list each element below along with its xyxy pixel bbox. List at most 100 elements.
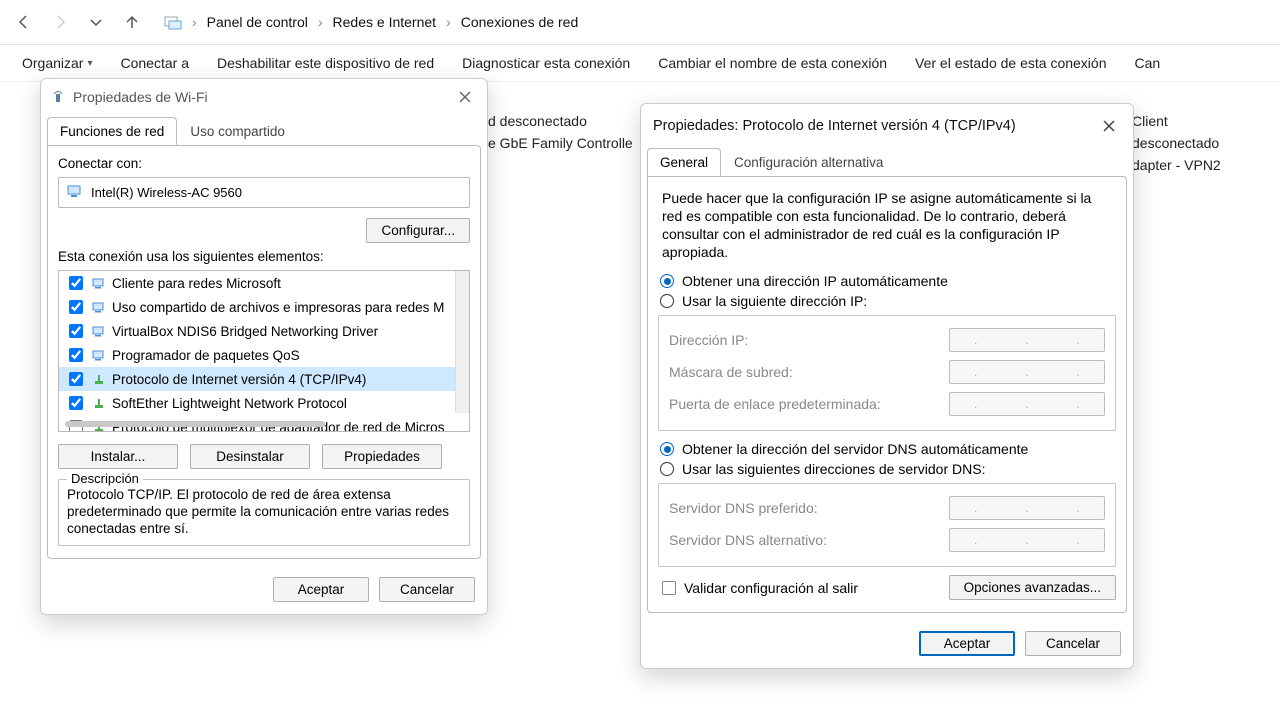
network-elements-list[interactable]: Cliente para redes Microsoft Uso comparti… — [58, 270, 470, 432]
breadcrumb: › Panel de control › Redes e Internet › … — [164, 14, 578, 30]
cancel-button[interactable]: Cancelar — [1025, 631, 1121, 656]
cmd-rename[interactable]: Cambiar el nombre de esta conexión — [658, 55, 887, 71]
radio-dns-manual[interactable]: Usar las siguientes direcciones de servi… — [658, 459, 1116, 479]
cmd-organize[interactable]: Organizar ▾ — [22, 55, 93, 71]
radio-icon — [660, 462, 674, 476]
breadcrumb-sep-icon: › — [446, 14, 451, 30]
radio-label: Usar la siguiente dirección IP: — [682, 293, 867, 309]
item-checkbox[interactable] — [69, 300, 83, 314]
dialog-titlebar: Propiedades de Wi-Fi — [41, 79, 487, 115]
item-label: Cliente para redes Microsoft — [112, 276, 281, 291]
dialog-title: Propiedades de Wi-Fi — [73, 89, 208, 105]
intro-text: Puede hacer que la configuración IP se a… — [658, 187, 1116, 271]
list-item[interactable]: Programador de paquetes QoS — [59, 343, 469, 367]
tab-network-functions[interactable]: Funciones de red — [47, 117, 177, 145]
radio-icon — [660, 274, 674, 288]
tab-body: Puede hacer que la configuración IP se a… — [647, 176, 1127, 613]
dns-alt-label: Servidor DNS alternativo: — [669, 532, 827, 548]
cmd-diagnose[interactable]: Diagnosticar esta conexión — [462, 55, 630, 71]
radio-dns-auto[interactable]: Obtener la dirección del servidor DNS au… — [658, 439, 1116, 459]
validate-label: Validar configuración al salir — [684, 580, 858, 596]
close-icon — [459, 91, 471, 103]
wifi-properties-dialog: Propiedades de Wi-Fi Funciones de red Us… — [40, 78, 488, 615]
list-item[interactable]: SoftEther Lightweight Network Protocol — [59, 391, 469, 415]
install-button[interactable]: Instalar... — [58, 444, 178, 469]
arrow-up-icon — [124, 14, 140, 30]
close-button[interactable] — [453, 85, 477, 109]
radio-label: Obtener una dirección IP automáticamente — [682, 273, 948, 289]
adapter-field: Intel(R) Wireless-AC 9560 — [58, 177, 470, 208]
item-label: Uso compartido de archivos e impresoras … — [112, 300, 444, 315]
close-button[interactable] — [1097, 114, 1121, 138]
advanced-button[interactable]: Opciones avanzadas... — [949, 575, 1116, 600]
cmd-connect[interactable]: Conectar a — [121, 55, 189, 71]
adapter-icon — [67, 184, 83, 201]
tab-sharing[interactable]: Uso compartido — [177, 117, 298, 145]
item-checkbox[interactable] — [69, 372, 83, 386]
radio-ip-auto[interactable]: Obtener una dirección IP automáticamente — [658, 271, 1116, 291]
ok-button[interactable]: Aceptar — [919, 631, 1015, 656]
radio-ip-manual[interactable]: Usar la siguiente dirección IP: — [658, 291, 1116, 311]
tab-strip: General Configuración alternativa — [647, 148, 1127, 176]
dns-preferred-input: ... — [949, 496, 1105, 520]
cmd-label: Organizar — [22, 55, 83, 71]
dialog-title: Propiedades: Protocolo de Internet versi… — [653, 118, 1016, 134]
breadcrumb-item[interactable]: Panel de control — [207, 14, 308, 30]
cmd-status[interactable]: Ver el estado de esta conexión — [915, 55, 1106, 71]
breadcrumb-item[interactable]: Redes e Internet — [333, 14, 437, 30]
breadcrumb-sep-icon: › — [318, 14, 323, 30]
checkbox-icon — [662, 581, 676, 595]
ip-fields-group: Dirección IP:... Máscara de subred:... P… — [658, 315, 1116, 431]
bg-text: e GbE Family Controlle — [488, 132, 633, 154]
item-checkbox[interactable] — [69, 348, 83, 362]
breadcrumb-item[interactable]: Conexiones de red — [461, 14, 579, 30]
radio-icon — [660, 442, 674, 456]
tab-general[interactable]: General — [647, 148, 721, 176]
list-item[interactable]: Protocolo de Internet versión 4 (TCP/IPv… — [59, 367, 469, 391]
item-checkbox[interactable] — [69, 396, 83, 410]
nav-forward-button[interactable] — [44, 7, 76, 37]
dialog-footer: Aceptar Cancelar — [41, 567, 487, 614]
arrow-left-icon — [16, 14, 32, 30]
description-text: Protocolo TCP/IP. El protocolo de red de… — [67, 486, 461, 537]
subnet-mask-input: ... — [949, 360, 1105, 384]
scrollbar-horizontal[interactable] — [65, 421, 325, 427]
breadcrumb-sep-icon: › — [192, 14, 197, 30]
bg-text: dapter - VPN2 — [1132, 154, 1221, 176]
ip-address-label: Dirección IP: — [669, 332, 748, 348]
wifi-icon — [51, 89, 65, 106]
item-checkbox[interactable] — [69, 276, 83, 290]
arrow-right-icon — [52, 14, 68, 30]
close-icon — [1103, 120, 1115, 132]
item-label: Protocolo de Internet versión 4 (TCP/IPv… — [112, 372, 366, 387]
nav-up-button[interactable] — [116, 7, 148, 37]
tab-alt-config[interactable]: Configuración alternativa — [721, 148, 896, 176]
configure-button[interactable]: Configurar... — [366, 218, 470, 243]
description-group: Descripción Protocolo TCP/IP. El protoco… — [58, 479, 470, 546]
list-item[interactable]: VirtualBox NDIS6 Bridged Networking Driv… — [59, 319, 469, 343]
item-checkbox[interactable] — [69, 324, 83, 338]
protocol-icon — [92, 373, 106, 385]
list-item[interactable]: Uso compartido de archivos e impresoras … — [59, 295, 469, 319]
protocol-icon — [92, 349, 106, 361]
uninstall-button[interactable]: Desinstalar — [190, 444, 310, 469]
cmd-disable[interactable]: Deshabilitar este dispositivo de red — [217, 55, 434, 71]
validate-checkbox[interactable]: Validar configuración al salir — [658, 576, 862, 600]
tab-strip: Funciones de red Uso compartido — [47, 117, 481, 145]
protocol-icon — [92, 277, 106, 289]
properties-button[interactable]: Propiedades — [322, 444, 442, 469]
radio-label: Usar las siguientes direcciones de servi… — [682, 461, 985, 477]
nav-recent-button[interactable] — [80, 7, 112, 37]
cancel-button[interactable]: Cancelar — [379, 577, 475, 602]
cmd-more[interactable]: Can — [1134, 55, 1160, 71]
scrollbar-vertical[interactable] — [455, 271, 469, 413]
ok-button[interactable]: Aceptar — [273, 577, 369, 602]
dns-preferred-label: Servidor DNS preferido: — [669, 500, 818, 516]
adapter-name: Intel(R) Wireless-AC 9560 — [91, 185, 242, 200]
item-label: SoftEther Lightweight Network Protocol — [112, 396, 347, 411]
chevron-down-icon: ▾ — [87, 58, 92, 69]
list-item[interactable]: Cliente para redes Microsoft — [59, 271, 469, 295]
connect-with-label: Conectar con: — [58, 156, 470, 171]
chevron-down-icon — [88, 14, 104, 30]
nav-back-button[interactable] — [8, 7, 40, 37]
